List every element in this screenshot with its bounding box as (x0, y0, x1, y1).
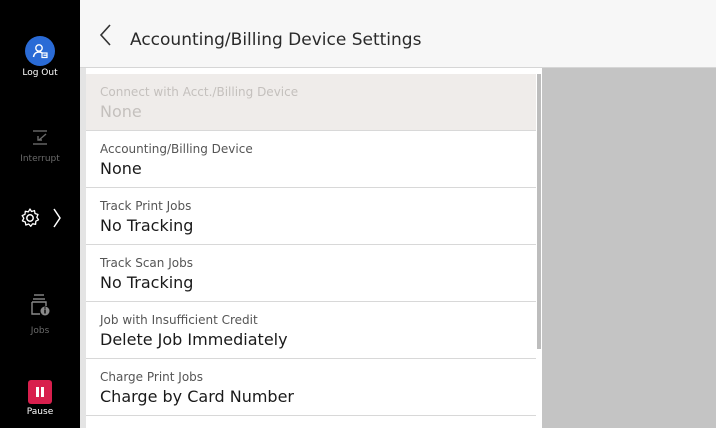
settings-button[interactable] (0, 206, 80, 234)
pause-button[interactable]: Pause (0, 380, 80, 417)
jobs-icon (0, 292, 80, 326)
logout-label: Log Out (22, 68, 58, 78)
setting-label: Accounting/Billing Device (100, 142, 253, 156)
setting-track-scan-jobs[interactable]: Track Scan Jobs No Tracking (86, 245, 536, 302)
setting-label: Track Scan Jobs (100, 256, 193, 270)
setting-value: None (100, 159, 142, 178)
pause-label: Pause (26, 407, 54, 417)
setting-value: None (100, 102, 142, 121)
setting-label: Connect with Acct./Billing Device (100, 85, 299, 99)
setting-value: Delete Job Immediately (100, 330, 288, 349)
interrupt-button[interactable]: Interrupt (0, 126, 80, 164)
setting-label: Track Print Jobs (100, 199, 192, 213)
page-title: Accounting/Billing Device Settings (130, 30, 422, 50)
setting-value: No Tracking (100, 273, 194, 292)
pause-icon (28, 380, 52, 404)
chevron-right-icon (52, 206, 62, 234)
setting-value: No Tracking (100, 216, 194, 235)
gear-icon (18, 206, 42, 234)
sidebar: Log Out Interrupt Jobs Pause (0, 0, 80, 428)
interrupt-label: Interrupt (20, 154, 60, 164)
list-scrollbar[interactable] (537, 74, 541, 349)
settings-list: Connect with Acct./Billing Device None A… (86, 74, 536, 428)
setting-label: Charge Print Jobs (100, 370, 204, 384)
setting-insufficient-credit[interactable]: Job with Insufficient Credit Delete Job … (86, 302, 536, 359)
setting-charge-print-jobs[interactable]: Charge Print Jobs Charge by Card Number (86, 359, 536, 416)
interrupt-icon (0, 126, 80, 154)
setting-connect-billing-device: Connect with Acct./Billing Device None (86, 74, 536, 131)
jobs-button[interactable]: Jobs (0, 292, 80, 336)
jobs-label: Jobs (30, 326, 50, 336)
setting-track-print-jobs[interactable]: Track Print Jobs No Tracking (86, 188, 536, 245)
chevron-left-icon[interactable] (96, 22, 116, 48)
setting-accounting-billing-device[interactable]: Accounting/Billing Device None (86, 131, 536, 188)
setting-label: Job with Insufficient Credit (100, 313, 258, 327)
setting-value: Charge by Card Number (100, 387, 294, 406)
logout-button[interactable]: Log Out (0, 36, 80, 78)
header-bar: Accounting/Billing Device Settings (80, 0, 716, 68)
detail-pane (542, 68, 716, 428)
user-logout-icon (25, 36, 55, 66)
